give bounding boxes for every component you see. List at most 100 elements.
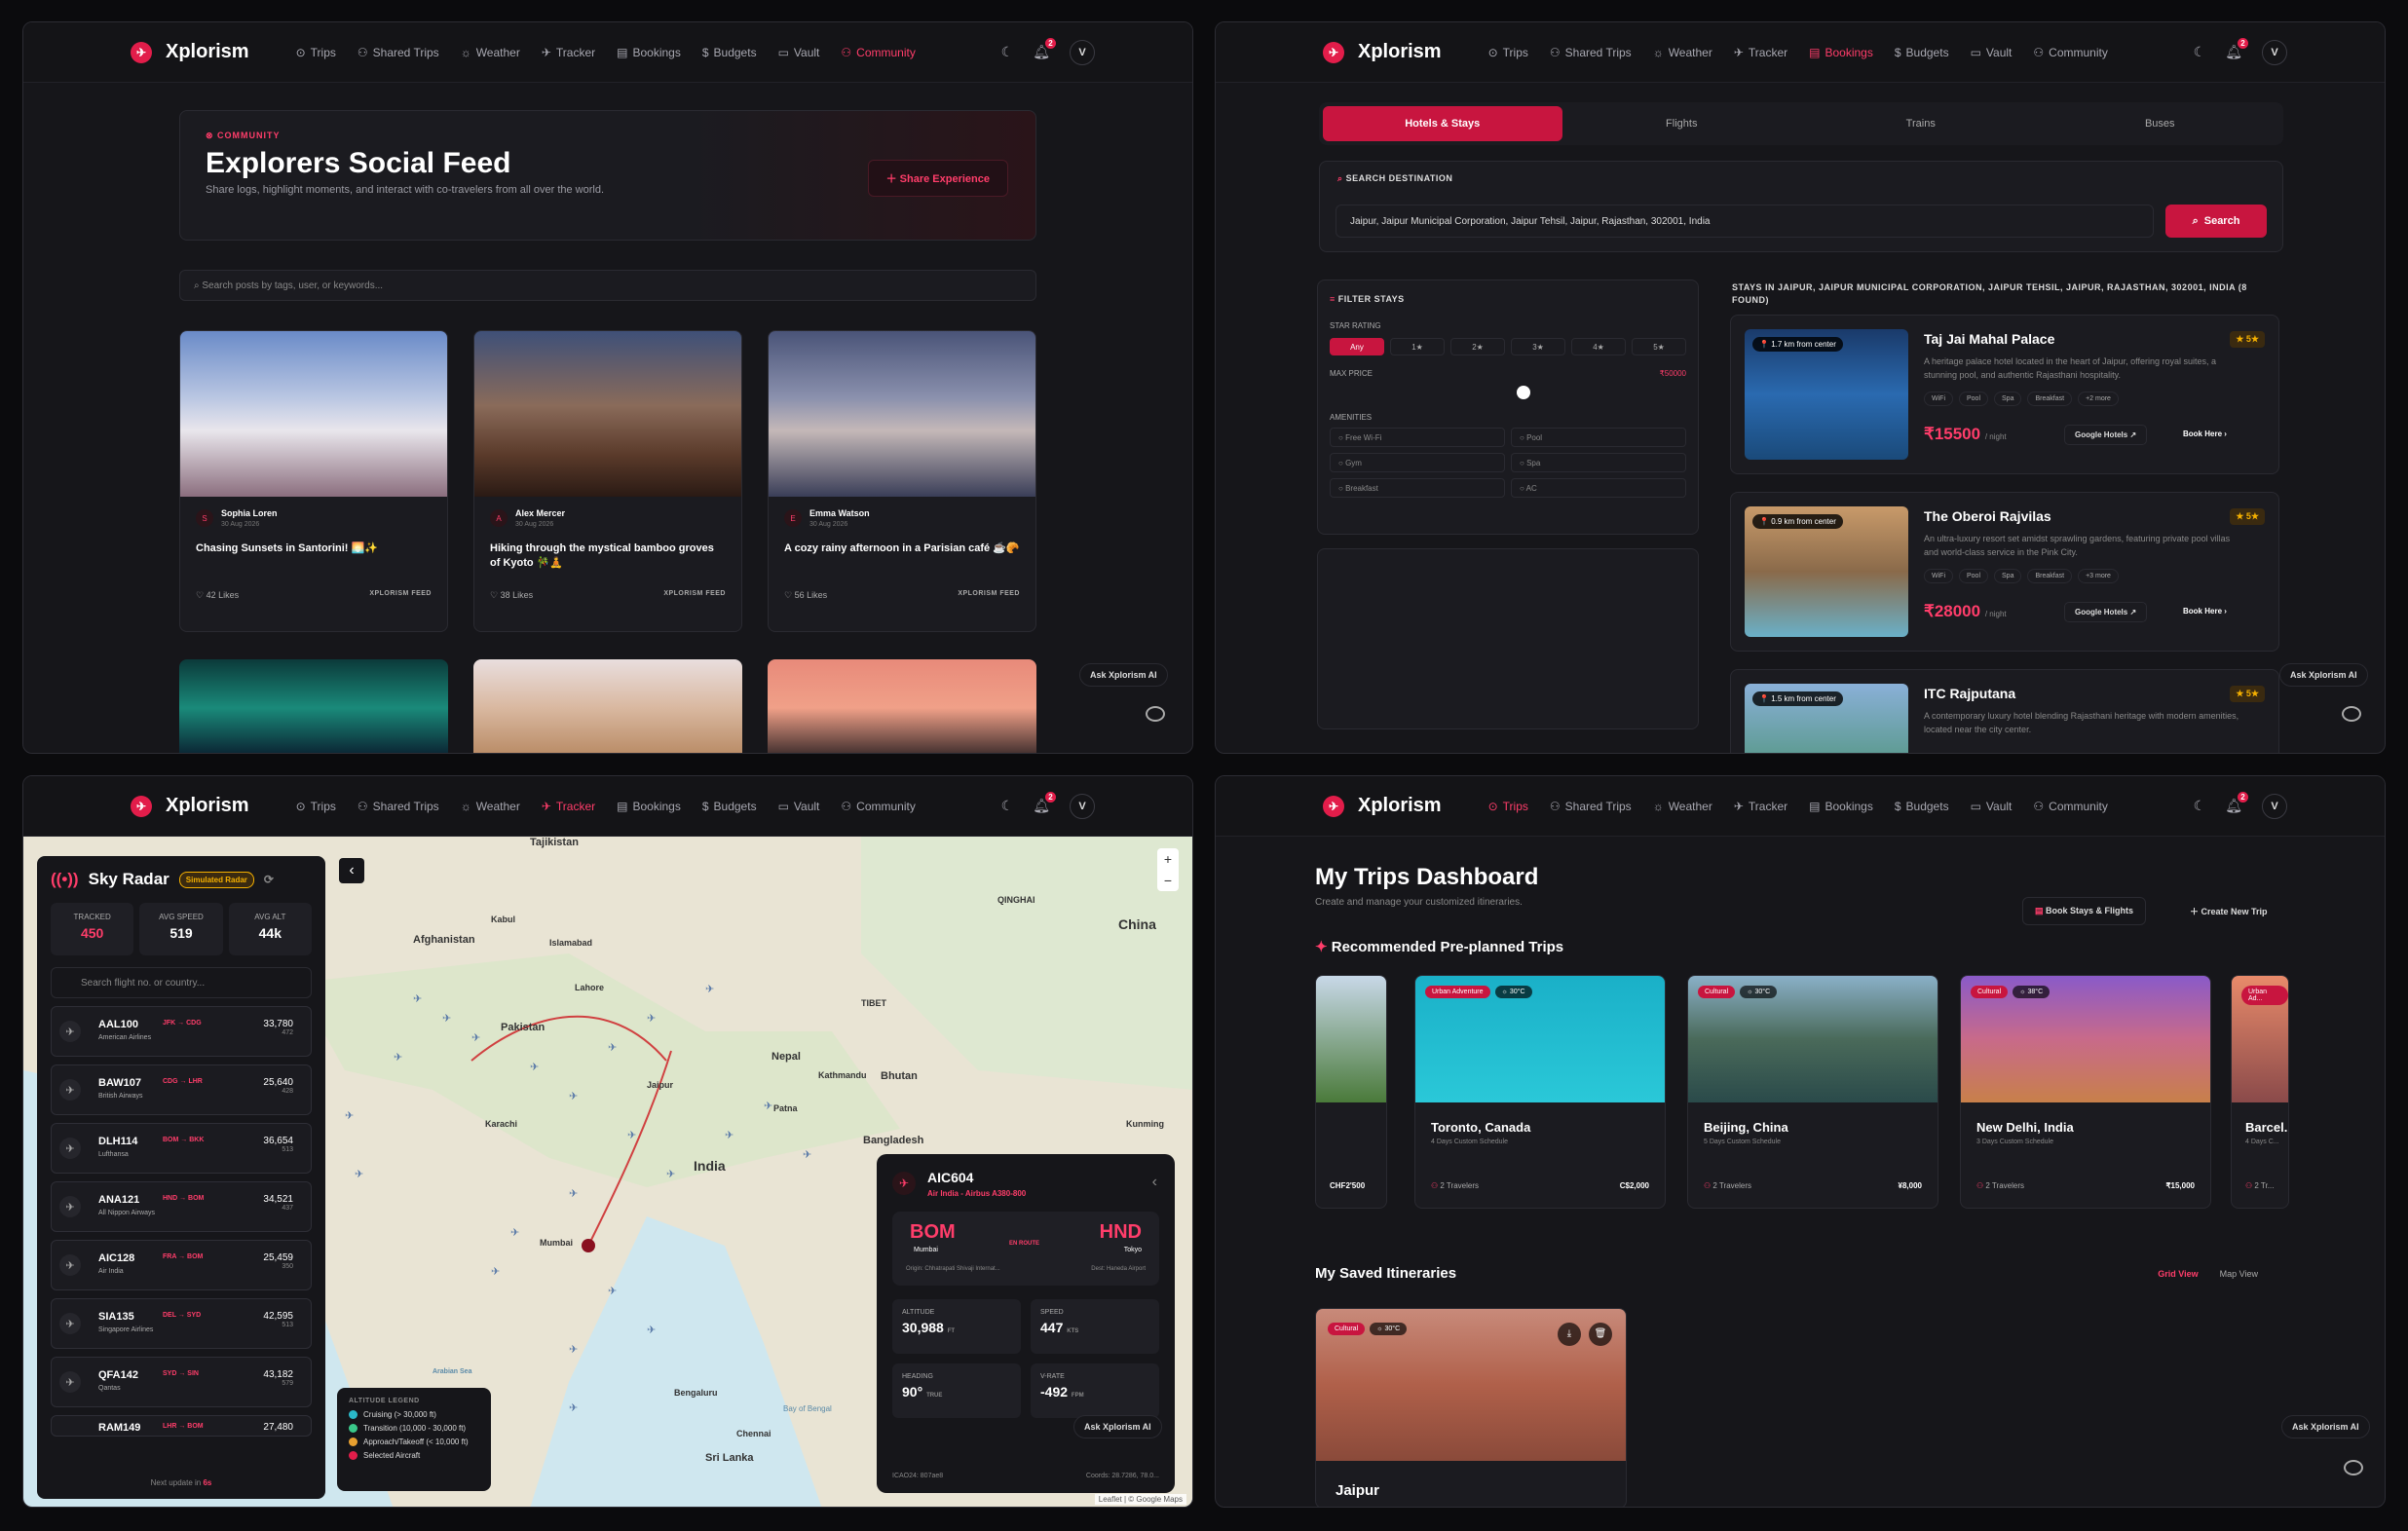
- nav-tracker[interactable]: ✈ Tracker: [1734, 46, 1787, 59]
- star-5[interactable]: 5★: [1632, 338, 1686, 355]
- nav-shared-trips[interactable]: ⚇ Shared Trips: [1550, 46, 1632, 59]
- trip-card-partial[interactable]: Urban Ad... Barcel...4 Days C... ⚇ 2 Tr.…: [2231, 975, 2289, 1209]
- post-card[interactable]: S Sophia Loren 30 Aug 2026 Chasing Sunsets…: [179, 330, 448, 632]
- flight-item[interactable]: ✈ ANA121 HND → BOM All Nippon Airways 34,521…: [51, 1181, 312, 1232]
- bell-icon[interactable]: 🔔︎ 2: [2225, 792, 2248, 814]
- trip-card[interactable]: Cultural ☼ 30°C Beijing, China 5 Days Cust…: [1687, 975, 1938, 1209]
- star-3[interactable]: 3★: [1511, 338, 1565, 355]
- like-button[interactable]: ♡ 38 Likes: [490, 590, 533, 601]
- nav-community[interactable]: ⚇ Community: [841, 46, 915, 59]
- avatar[interactable]: V: [1070, 39, 1095, 65]
- google-hotels-button[interactable]: Google Hotels ↗: [2064, 425, 2148, 445]
- nav-budgets[interactable]: $ Budgets: [1895, 46, 1949, 59]
- search-button[interactable]: ⌕ Search: [2165, 205, 2267, 238]
- book-here-button[interactable]: Book Here ›: [2183, 429, 2227, 438]
- flight-item[interactable]: ✈ SIA135 DEL → SYD Singapore Airlines 42,595…: [51, 1298, 312, 1349]
- map-attribution[interactable]: Leaflet | © Google Maps: [1094, 1494, 1186, 1505]
- app-logo[interactable]: ✈ Xplorism: [1323, 795, 1442, 817]
- saved-itinerary-card[interactable]: Cultural ☼ 30°C ⤓ 🗑︎ Jaipur: [1315, 1308, 1627, 1507]
- avatar[interactable]: V: [2262, 793, 2287, 819]
- zoom-in-button[interactable]: +: [1157, 848, 1179, 870]
- bell-icon[interactable]: 🔔︎ 2: [1033, 792, 1056, 814]
- flight-item[interactable]: ✈ AIC128 FRA → BOM Air India 25,459 350: [51, 1240, 312, 1290]
- ask-ai-button[interactable]: Ask Xplorism AI: [2279, 663, 2368, 687]
- download-icon[interactable]: ⤓: [1558, 1323, 1581, 1346]
- ask-ai-button[interactable]: Ask Xplorism AI: [1079, 663, 1168, 687]
- collapse-panel-button[interactable]: ‹: [339, 858, 364, 883]
- zoom-controls[interactable]: + −: [1157, 848, 1179, 891]
- app-logo[interactable]: ✈ Xplorism: [131, 795, 249, 817]
- star-any[interactable]: Any: [1330, 338, 1384, 355]
- tab-buses[interactable]: Buses: [2041, 106, 2280, 141]
- nav-weather[interactable]: ☼ Weather: [461, 46, 520, 59]
- bell-icon[interactable]: 🔔︎ 2: [2225, 38, 2248, 60]
- refresh-icon[interactable]: ⟳: [264, 873, 274, 886]
- theme-toggle-icon[interactable]: ☾: [1001, 44, 1014, 60]
- nav-bookings[interactable]: ▤ Bookings: [1809, 46, 1873, 59]
- amenity-spa[interactable]: ○ Spa: [1511, 453, 1686, 472]
- map-view-button[interactable]: Map View: [2220, 1269, 2258, 1279]
- hotel-card[interactable]: 📍 1.7 km from center Taj Jai Mahal Palac…: [1730, 315, 2279, 474]
- post-card[interactable]: E Emma Watson 30 Aug 2026 A cozy rainy aft…: [768, 330, 1036, 632]
- chat-icon[interactable]: [1146, 706, 1165, 722]
- theme-toggle-icon[interactable]: ☾: [2194, 44, 2206, 60]
- book-stays-button[interactable]: ▤ Book Stays & Flights: [2022, 897, 2147, 925]
- trip-card[interactable]: Urban Adventure ☼ 30°C Toronto, Canada 4 D…: [1414, 975, 1666, 1209]
- destination-input[interactable]: Jaipur, Jaipur Municipal Corporation, Ja…: [1336, 205, 2154, 238]
- star-2[interactable]: 2★: [1450, 338, 1505, 355]
- nav-community[interactable]: ⚇ Community: [2033, 800, 2107, 813]
- grid-view-button[interactable]: Grid View: [2158, 1269, 2198, 1279]
- nav-tracker[interactable]: ✈ Tracker: [1734, 800, 1787, 813]
- flight-search-input[interactable]: Search flight no. or country...: [51, 967, 312, 998]
- nav-weather[interactable]: ☼ Weather: [461, 800, 520, 813]
- tab-flights[interactable]: Flights: [1562, 106, 1802, 141]
- close-icon[interactable]: ‹: [1152, 1174, 1157, 1191]
- nav-budgets[interactable]: $ Budgets: [702, 46, 757, 59]
- bell-icon[interactable]: 🔔︎ 2: [1033, 38, 1056, 60]
- flight-item[interactable]: ✈ QFA142 SYD → SIN Qantas 43,182 579: [51, 1357, 312, 1407]
- hotel-card[interactable]: 📍 1.5 km from center ITC Rajputana ★ 5★ …: [1730, 669, 2279, 753]
- nav-shared-trips[interactable]: ⚇ Shared Trips: [1550, 800, 1632, 813]
- nav-trips[interactable]: ⊙ Trips: [1488, 46, 1528, 59]
- nav-trips[interactable]: ⊙ Trips: [296, 46, 336, 59]
- nav-budgets[interactable]: $ Budgets: [1895, 800, 1949, 813]
- flight-item[interactable]: ✈ BAW107 CDG → LHR British Airways 25,640 428: [51, 1064, 312, 1115]
- amenity-gym[interactable]: ○ Gym: [1330, 453, 1505, 472]
- post-image-safari[interactable]: [768, 659, 1036, 753]
- nav-budgets[interactable]: $ Budgets: [702, 800, 757, 813]
- nav-shared-trips[interactable]: ⚇ Shared Trips: [357, 800, 439, 813]
- amenity-pool[interactable]: ○ Pool: [1511, 428, 1686, 447]
- nav-bookings[interactable]: ▤ Bookings: [1809, 800, 1873, 813]
- share-experience-button[interactable]: ＋ Share Experience: [867, 160, 1008, 197]
- book-here-button[interactable]: Book Here ›: [2183, 607, 2227, 616]
- post-image-aurora[interactable]: [179, 659, 448, 753]
- max-price-slider[interactable]: [1330, 378, 1686, 403]
- like-button[interactable]: ♡ 42 Likes: [196, 590, 239, 601]
- nav-community[interactable]: ⚇ Community: [841, 800, 915, 813]
- avatar[interactable]: V: [1070, 793, 1095, 819]
- star-1[interactable]: 1★: [1390, 338, 1445, 355]
- nav-vault[interactable]: ▭ Vault: [1971, 800, 2013, 813]
- nav-bookings[interactable]: ▤ Bookings: [617, 800, 681, 813]
- tab-trains[interactable]: Trains: [1801, 106, 2041, 141]
- star-4[interactable]: 4★: [1571, 338, 1626, 355]
- amenity-ac[interactable]: ○ AC: [1511, 478, 1686, 498]
- avatar[interactable]: V: [2262, 39, 2287, 65]
- nav-bookings[interactable]: ▤ Bookings: [617, 46, 681, 59]
- delete-icon[interactable]: 🗑︎: [1589, 1323, 1612, 1346]
- nav-vault[interactable]: ▭ Vault: [1971, 46, 2013, 59]
- trip-card[interactable]: Cultural ☼ 38°C New Delhi, India 3 Days Cu…: [1960, 975, 2211, 1209]
- flight-item[interactable]: RAM149 LHR → BOM 27,480: [51, 1415, 312, 1437]
- ask-ai-button[interactable]: Ask Xplorism AI: [1073, 1415, 1162, 1438]
- nav-tracker[interactable]: ✈ Tracker: [542, 46, 595, 59]
- like-button[interactable]: ♡ 56 Likes: [784, 590, 827, 601]
- nav-trips[interactable]: ⊙ Trips: [296, 800, 336, 813]
- trip-card-partial[interactable]: CHF2'500: [1315, 975, 1387, 1209]
- theme-toggle-icon[interactable]: ☾: [2194, 798, 2206, 814]
- hotel-card[interactable]: 📍 0.9 km from center The Oberoi Rajvilas…: [1730, 492, 2279, 652]
- chat-icon[interactable]: [2344, 1460, 2363, 1475]
- flight-item[interactable]: ✈ AAL100 JFK → CDG American Airlines 33,780 4…: [51, 1006, 312, 1057]
- post-card[interactable]: A Alex Mercer 30 Aug 2026 Hiking through t…: [473, 330, 742, 632]
- app-logo[interactable]: ✈ Xplorism: [131, 41, 249, 63]
- ask-ai-button[interactable]: Ask Xplorism AI: [2281, 1415, 2370, 1438]
